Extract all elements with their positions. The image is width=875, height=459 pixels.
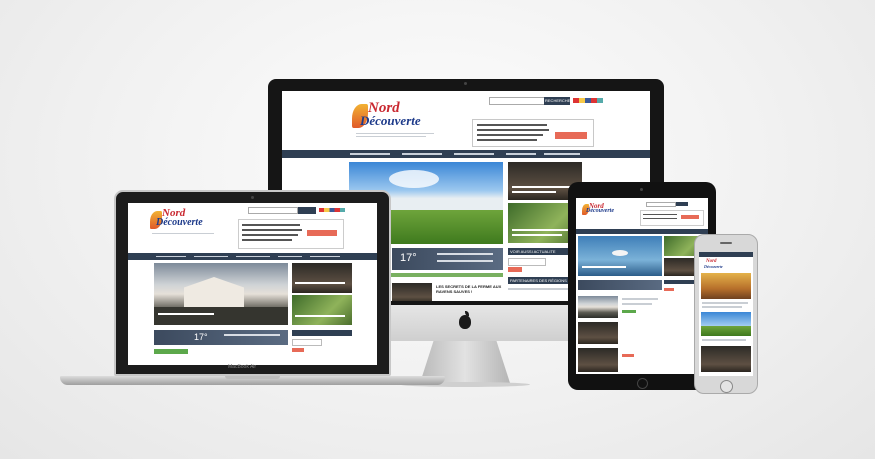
tablet-sidebar-button[interactable] bbox=[664, 288, 674, 291]
weather-widget: 17° bbox=[392, 248, 503, 270]
laptop-base bbox=[60, 376, 445, 385]
tablet-camera-icon bbox=[640, 188, 643, 191]
laptop-green-button[interactable] bbox=[154, 349, 188, 354]
laptop-lid: Nord Découverte 17° bbox=[114, 190, 391, 376]
phone-screen: Nord Découverte bbox=[699, 252, 753, 376]
laptop-logo-word-decouverte: Découverte bbox=[156, 217, 203, 228]
phone-header-bar bbox=[699, 252, 753, 257]
article-thumb[interactable] bbox=[392, 283, 432, 301]
phone-logo-word-decouverte: Découverte bbox=[704, 264, 723, 269]
intro-cta-button[interactable] bbox=[555, 132, 587, 139]
phone-article-image-1[interactable] bbox=[701, 312, 751, 336]
tablet-weather-widget bbox=[578, 280, 662, 290]
sidebar-button[interactable] bbox=[508, 267, 522, 272]
tablet-green-button[interactable] bbox=[622, 310, 636, 313]
laptop-navbar bbox=[128, 253, 377, 260]
sidebar-select[interactable] bbox=[508, 258, 546, 266]
laptop-site-logo: Nord Découverte bbox=[150, 207, 220, 239]
tablet-article-image-1[interactable] bbox=[578, 296, 618, 318]
tablet-home-button[interactable] bbox=[637, 378, 648, 389]
laptop-camera-icon bbox=[251, 196, 254, 199]
laptop-featured-image-house[interactable] bbox=[154, 263, 288, 325]
laptop-intro-box bbox=[238, 219, 344, 249]
logo-word-decouverte: Découverte bbox=[360, 113, 421, 128]
phone-site-logo: Nord Découverte bbox=[703, 259, 733, 271]
phone-home-button[interactable] bbox=[720, 380, 733, 393]
laptop-sidebar-select[interactable] bbox=[292, 339, 322, 346]
tablet-navbar bbox=[576, 229, 708, 234]
phone-featured-image[interactable] bbox=[701, 273, 751, 299]
apple-icon bbox=[459, 315, 471, 329]
tablet-featured-image-bird[interactable] bbox=[578, 236, 662, 276]
laptop-sidebar-button[interactable] bbox=[292, 348, 304, 352]
search-input[interactable] bbox=[489, 97, 545, 105]
laptop-intro-cta-button[interactable] bbox=[307, 230, 337, 236]
tablet-screen: Nord Découverte bbox=[576, 198, 708, 374]
laptop-weather-widget: 17° bbox=[154, 330, 288, 345]
laptop-notch bbox=[225, 376, 280, 379]
article-headline[interactable]: LES SECRETS DE LA FERME AUX RAVENS SAUVE… bbox=[436, 284, 506, 294]
sidebar-box-title-2-text: PARTENAIRES DES RÉGIONS bbox=[510, 278, 567, 283]
laptop-search-input[interactable] bbox=[248, 207, 298, 214]
weather-temp: 17° bbox=[400, 252, 417, 264]
intro-box bbox=[472, 119, 594, 147]
tablet-orange-button[interactable] bbox=[622, 354, 634, 357]
laptop-brand-label: MacBook Air bbox=[228, 364, 257, 370]
phone: Nord Découverte bbox=[694, 234, 758, 394]
laptop-sidebar-title bbox=[292, 330, 352, 336]
sidebar-box-title-text: VOIR AUSSI ACTUALITE bbox=[510, 249, 556, 254]
tablet-site-logo: Nord Découverte bbox=[582, 202, 622, 222]
laptop-search-button[interactable] bbox=[298, 207, 316, 214]
search-button[interactable]: RECHERCHER bbox=[544, 97, 574, 105]
laptop-side-image-1[interactable] bbox=[292, 263, 352, 293]
laptop-screen: Nord Découverte 17° bbox=[128, 203, 377, 365]
main-navbar bbox=[282, 150, 650, 158]
site-logo: Nord Découverte bbox=[352, 100, 442, 140]
tablet-search-button[interactable] bbox=[676, 202, 688, 206]
laptop-side-image-2[interactable] bbox=[292, 295, 352, 325]
tablet-article-image-2[interactable] bbox=[578, 322, 618, 344]
tablet-search-input[interactable] bbox=[646, 202, 676, 207]
social-icons bbox=[573, 98, 603, 103]
tablet-intro-box bbox=[640, 210, 704, 226]
tablet-intro-cta-button[interactable] bbox=[681, 215, 699, 219]
laptop-weather-temp: 17° bbox=[194, 332, 208, 342]
phone-speaker-icon bbox=[720, 242, 732, 244]
search-button-label: RECHERCHER bbox=[545, 98, 574, 103]
phone-article-image-2[interactable] bbox=[701, 346, 751, 372]
laptop-social-icons bbox=[319, 208, 345, 212]
product-mockup-scene: { "site": { "logo_top": "Nord", "logo_bo… bbox=[0, 0, 875, 459]
camera-icon bbox=[464, 82, 467, 85]
tablet-logo-word-decouverte: Découverte bbox=[586, 208, 614, 214]
tablet-article-image-3[interactable] bbox=[578, 348, 618, 372]
